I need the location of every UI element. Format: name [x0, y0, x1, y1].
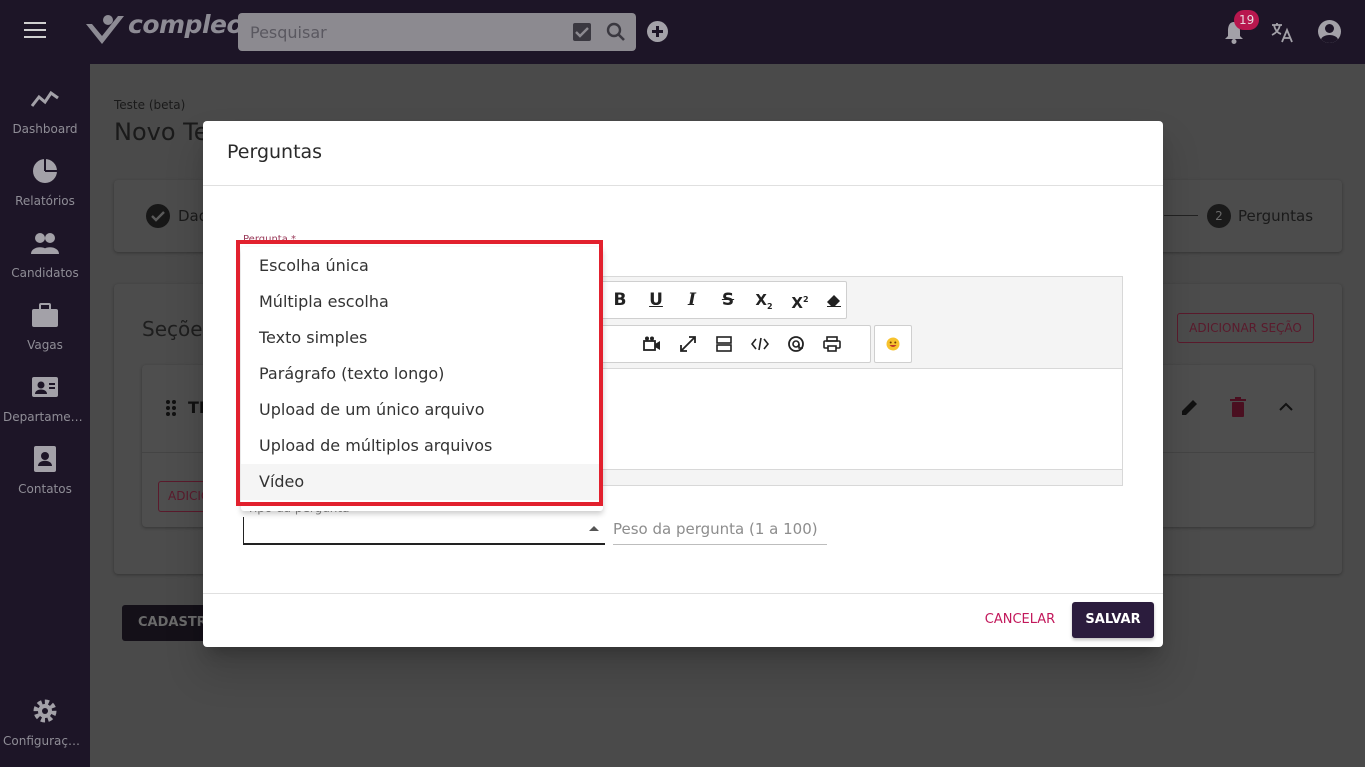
listbox-option[interactable]: Escolha única	[241, 248, 603, 284]
sidebar-item-reports[interactable]: Relatórios	[0, 154, 90, 214]
sidebar-item-settings[interactable]: Configurações	[0, 694, 90, 754]
listbox-option[interactable]: Upload de múltiplos arquivos	[241, 428, 603, 464]
sidebar-item-label: Candidatos	[11, 266, 79, 280]
step-label-questions[interactable]: Perguntas	[1238, 207, 1313, 225]
question-type-select[interactable]	[243, 509, 605, 545]
sidebar: Dashboard Relatórios Candidatos Vagas De…	[0, 64, 90, 767]
format-tool-group: B U I S X2 X2	[601, 281, 847, 319]
gear-icon	[33, 699, 57, 723]
listbox-option[interactable]: Upload de um único arquivo	[241, 392, 603, 428]
listbox-option-hovered[interactable]: Vídeo	[241, 464, 603, 500]
underline-icon[interactable]: U	[638, 282, 674, 318]
translate-icon[interactable]	[1270, 20, 1294, 44]
caret-up-icon[interactable]	[589, 526, 599, 531]
people-icon	[31, 233, 59, 254]
question-field-label: Pergunta *	[243, 234, 297, 245]
video-icon[interactable]	[634, 326, 670, 362]
bold-icon[interactable]: B	[602, 282, 638, 318]
briefcase-icon	[32, 303, 58, 327]
save-button[interactable]: SALVAR	[1072, 602, 1154, 638]
source-code-icon[interactable]	[742, 326, 778, 362]
fullscreen-icon[interactable]	[670, 326, 706, 362]
dialog-divider	[203, 593, 1163, 594]
emoji-tool-group	[874, 325, 912, 363]
delete-trash-icon[interactable]	[1230, 397, 1246, 417]
pie-chart-icon	[33, 159, 57, 183]
sidebar-item-candidates[interactable]: Candidatos	[0, 226, 90, 286]
question-weight-field	[613, 515, 827, 545]
address-book-icon	[34, 446, 56, 472]
mention-at-icon[interactable]	[778, 326, 814, 362]
sidebar-item-label: Configurações	[3, 734, 89, 748]
step-done-check-icon	[146, 204, 170, 228]
sidebar-item-departments[interactable]: Departamentos	[0, 370, 90, 430]
emoji-icon[interactable]	[875, 326, 911, 362]
listbox-option[interactable]: Parágrafo (texto longo)	[241, 356, 603, 392]
add-circle-icon[interactable]	[647, 21, 668, 42]
listbox-option[interactable]: Texto simples	[241, 320, 603, 356]
search-bar	[238, 13, 636, 51]
search-input[interactable]	[238, 13, 558, 51]
italic-icon[interactable]: I	[674, 282, 710, 318]
cancel-button[interactable]: CANCELAR	[977, 603, 1063, 637]
insert-tool-group	[601, 325, 871, 363]
sidebar-item-label: Vagas	[27, 338, 63, 352]
sidebar-item-label: Departamentos	[3, 410, 90, 424]
subscript-icon[interactable]: X2	[746, 282, 782, 318]
question-type-listbox: Escolha única Múltipla escolha Texto sim…	[241, 247, 603, 511]
sidebar-item-dashboard[interactable]: Dashboard	[0, 82, 90, 142]
text-cursor	[243, 517, 244, 543]
sidebar-item-label: Contatos	[18, 482, 72, 496]
contact-card-icon	[32, 377, 58, 397]
print-icon[interactable]	[814, 326, 850, 362]
menu-icon[interactable]	[24, 22, 46, 42]
dialog-divider	[203, 185, 1163, 186]
breadcrumb: Teste (beta)	[114, 98, 186, 112]
search-icon[interactable]	[605, 21, 627, 43]
top-app-bar: compleo 19	[0, 0, 1365, 64]
listbox-option[interactable]: Múltipla escolha	[241, 284, 603, 320]
brand-name: compleo	[128, 10, 244, 39]
question-weight-input[interactable]	[613, 515, 827, 543]
superscript-icon[interactable]: X2	[782, 282, 818, 318]
sidebar-item-jobs[interactable]: Vagas	[0, 298, 90, 358]
eraser-icon[interactable]	[816, 282, 852, 318]
template-icon[interactable]	[706, 326, 742, 362]
account-circle-icon[interactable]	[1318, 20, 1341, 43]
sidebar-item-label: Relatórios	[15, 194, 75, 208]
notifications-badge: 19	[1234, 10, 1260, 30]
strikethrough-icon[interactable]: S	[710, 282, 746, 318]
dialog-title: Perguntas	[227, 141, 323, 163]
sidebar-item-label: Dashboard	[12, 122, 78, 136]
step-connector	[1164, 215, 1198, 216]
add-section-button[interactable]: ADICIONAR SEÇÃO	[1177, 313, 1314, 343]
step-number: 2	[1207, 204, 1231, 228]
trending-line-icon	[31, 90, 59, 107]
chevron-up-icon[interactable]	[1278, 402, 1294, 412]
edit-pencil-icon[interactable]	[1180, 397, 1200, 417]
sidebar-item-contacts[interactable]: Contatos	[0, 442, 90, 502]
search-filter-checkbox-icon[interactable]	[573, 23, 591, 41]
drag-handle-icon[interactable]	[166, 400, 176, 416]
